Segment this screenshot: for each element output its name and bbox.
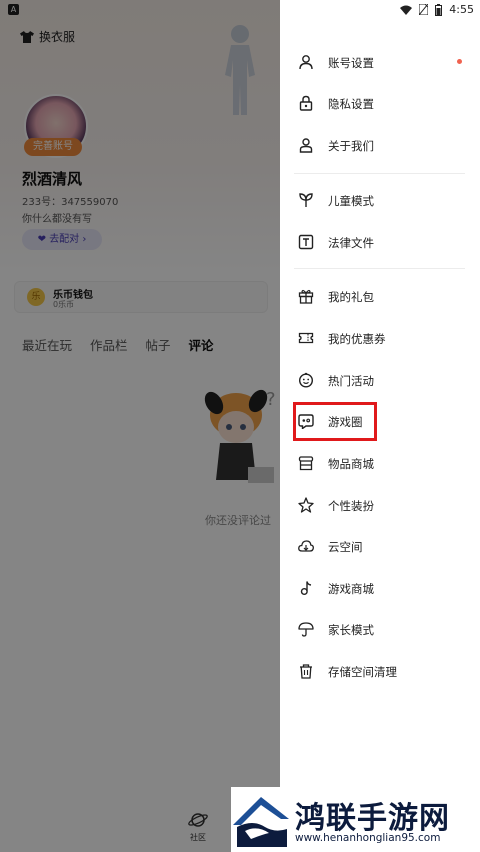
menu-item-cloud-space[interactable]: 云空间: [280, 531, 480, 561]
music-note-icon: [300, 581, 312, 595]
drawer-scrim[interactable]: [0, 0, 280, 852]
menu-item-label: 热门活动: [328, 374, 374, 388]
highlight-box: [293, 402, 377, 441]
menu-item-label: 隐私设置: [328, 97, 374, 111]
menu-item-storage-cleanup[interactable]: 存储空间清理: [280, 656, 480, 686]
settings-drawer: 4:55 账号设置 隐私设置 关于我们 儿童模式 法律文件 我的礼包 我的优惠券…: [280, 0, 480, 852]
status-bar: 4:55: [400, 3, 474, 16]
menu-item-privacy-settings[interactable]: 隐私设置: [280, 88, 480, 118]
gift-icon: [298, 289, 314, 304]
menu-item-label: 关于我们: [328, 139, 374, 153]
menu-item-label: 法律文件: [328, 236, 374, 250]
wifi-icon: [400, 5, 413, 15]
menu-item-label: 游戏商城: [328, 582, 374, 596]
menu-item-label: 物品商城: [328, 457, 374, 471]
menu-item-label: 云空间: [328, 540, 363, 554]
menu-divider: [294, 173, 465, 174]
cloud-icon: [298, 540, 314, 552]
watermark-title: 鸿联手游网: [295, 801, 450, 836]
menu-item-label: 我的礼包: [328, 290, 374, 304]
watermark-url: www.henanhonglian95.com: [295, 832, 441, 844]
menu-item-my-coupons[interactable]: 我的优惠券: [280, 323, 480, 353]
menu-item-parent-mode[interactable]: 家长模式: [280, 614, 480, 644]
menu-divider: [294, 268, 465, 269]
no-sim-icon: [419, 4, 429, 15]
menu-item-label: 我的优惠券: [328, 332, 386, 346]
menu-item-personal-dressup[interactable]: 个性装扮: [280, 490, 480, 520]
coupon-icon: [298, 332, 314, 344]
store-icon: [298, 456, 314, 471]
menu-item-account-settings[interactable]: 账号设置: [280, 47, 480, 77]
smile-face-icon: [298, 372, 314, 388]
notification-dot: [457, 59, 462, 64]
menu-item-game-store[interactable]: 游戏商城: [280, 573, 480, 603]
umbrella-icon: [298, 622, 314, 637]
menu-item-item-store[interactable]: 物品商城: [280, 448, 480, 478]
menu-item-about-us[interactable]: 关于我们: [280, 130, 480, 160]
menu-item-kids-mode[interactable]: 儿童模式: [280, 185, 480, 215]
lock-icon: [299, 95, 313, 111]
sprout-icon: [299, 193, 313, 207]
battery-icon: [435, 3, 443, 16]
site-watermark: 鸿联手游网 www.henanhonglian95.com: [231, 787, 480, 852]
document-t-icon: [298, 234, 314, 250]
menu-item-hot-events[interactable]: 热门活动: [280, 365, 480, 395]
menu-item-my-gift-pack[interactable]: 我的礼包: [280, 281, 480, 311]
menu-item-label: 个性装扮: [328, 499, 374, 513]
info-person-icon: [299, 138, 313, 153]
menu-item-label: 儿童模式: [328, 194, 374, 208]
status-time: 4:55: [449, 3, 474, 16]
menu-item-legal-documents[interactable]: 法律文件: [280, 227, 480, 257]
menu-item-label: 账号设置: [328, 56, 374, 70]
sparkle-icon: [298, 497, 314, 513]
site-logo-icon: [233, 797, 289, 847]
trash-icon: [300, 664, 312, 679]
user-icon: [299, 55, 313, 70]
menu-item-label: 存储空间清理: [328, 665, 397, 679]
menu-item-label: 家长模式: [328, 623, 374, 637]
